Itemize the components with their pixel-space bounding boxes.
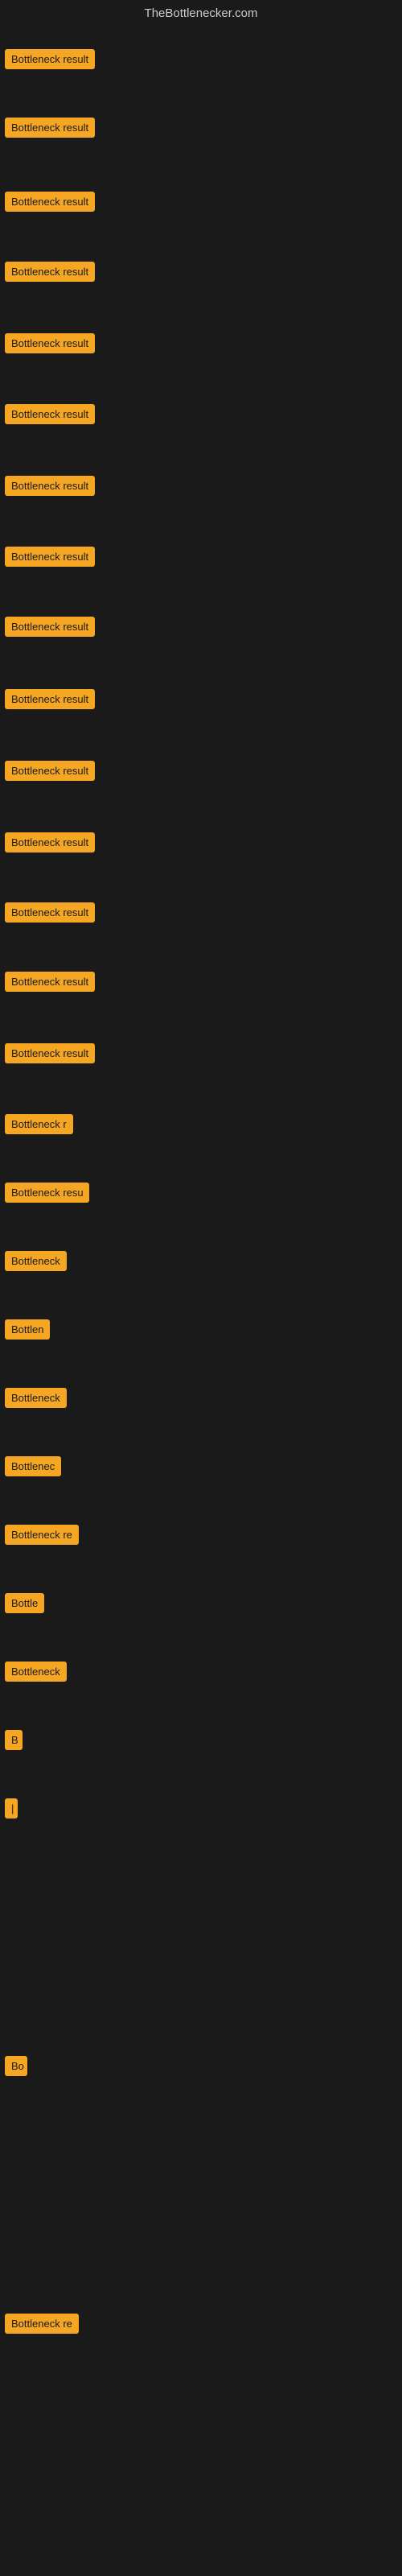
bottleneck-badge[interactable]: Bottlenec	[5, 1456, 61, 1476]
bottleneck-badge[interactable]: B	[5, 1730, 23, 1750]
bottleneck-badge[interactable]: Bottleneck result	[5, 192, 95, 212]
bottleneck-badge[interactable]: Bottleneck re	[5, 1525, 79, 1545]
bottleneck-badge[interactable]: Bottleneck result	[5, 49, 95, 69]
bottleneck-item: Bottleneck result	[0, 686, 100, 712]
bottleneck-badge[interactable]: |	[5, 1798, 18, 1818]
bottleneck-item: Bottlenec	[0, 1453, 66, 1480]
bottleneck-badge[interactable]: Bottleneck result	[5, 1043, 95, 1063]
bottleneck-badge[interactable]: Bottleneck result	[5, 972, 95, 992]
bottleneck-badge[interactable]: Bottleneck result	[5, 118, 95, 138]
bottleneck-badge[interactable]: Bottleneck result	[5, 333, 95, 353]
bottleneck-item: Bottleneck result	[0, 188, 100, 215]
site-header: TheBottlenecker.com	[0, 0, 402, 30]
bottleneck-badge[interactable]: Bottleneck result	[5, 547, 95, 567]
bottleneck-badge[interactable]: Bottleneck	[5, 1662, 67, 1682]
bottleneck-item: Bottleneck result	[0, 114, 100, 141]
bottleneck-item: Bottleneck result	[0, 473, 100, 499]
site-title: TheBottlenecker.com	[145, 6, 258, 20]
bottleneck-badge[interactable]: Bottleneck result	[5, 761, 95, 781]
bottleneck-item: Bottleneck result	[0, 899, 100, 926]
bottleneck-item: Bo	[0, 2053, 32, 2079]
bottleneck-item: Bottleneck result	[0, 258, 100, 285]
bottleneck-badge[interactable]: Bottleneck result	[5, 689, 95, 709]
bottleneck-item: Bottlen	[0, 1316, 55, 1343]
bottleneck-badge[interactable]: Bottleneck	[5, 1251, 67, 1271]
bottleneck-item: Bottleneck result	[0, 1040, 100, 1067]
bottleneck-badge[interactable]: Bottleneck resu	[5, 1183, 89, 1203]
bottleneck-item: Bottleneck re	[0, 2310, 84, 2337]
page-container: TheBottlenecker.com Bottleneck result Bot…	[0, 0, 402, 2576]
bottleneck-item: Bottleneck result	[0, 46, 100, 72]
bottleneck-item: Bottleneck r	[0, 1111, 78, 1137]
bottleneck-badge[interactable]: Bottleneck result	[5, 404, 95, 424]
bottleneck-badge[interactable]: Bottleneck	[5, 1388, 67, 1408]
bottleneck-item: Bottleneck result	[0, 401, 100, 427]
bottleneck-item: Bottleneck	[0, 1385, 72, 1411]
bottleneck-item: Bottle	[0, 1590, 49, 1616]
bottleneck-badge[interactable]: Bottle	[5, 1593, 44, 1613]
bottleneck-item: Bottleneck result	[0, 543, 100, 570]
bottleneck-item: Bottleneck result	[0, 330, 100, 357]
bottleneck-item: Bottleneck	[0, 1248, 72, 1274]
bottleneck-item: Bottleneck re	[0, 1521, 84, 1548]
bottleneck-badge[interactable]: Bottleneck r	[5, 1114, 73, 1134]
bottleneck-item: Bottleneck	[0, 1658, 72, 1685]
bottleneck-badge[interactable]: Bottleneck re	[5, 2314, 79, 2334]
bottleneck-item: Bottleneck result	[0, 829, 100, 856]
bottleneck-badge[interactable]: Bottleneck result	[5, 262, 95, 282]
bottleneck-badge[interactable]: Bottleneck result	[5, 902, 95, 923]
bottleneck-badge[interactable]: Bottleneck result	[5, 476, 95, 496]
bottleneck-item: Bottleneck result	[0, 613, 100, 640]
bottleneck-badge[interactable]: Bottlen	[5, 1319, 50, 1340]
bottleneck-item: B	[0, 1727, 27, 1753]
bottleneck-item: Bottleneck result	[0, 968, 100, 995]
bottleneck-item: Bottleneck result	[0, 758, 100, 784]
bottleneck-badge[interactable]: Bottleneck result	[5, 832, 95, 852]
bottleneck-item: |	[0, 1795, 23, 1822]
bottleneck-badge[interactable]: Bottleneck result	[5, 617, 95, 637]
bottleneck-badge[interactable]: Bo	[5, 2056, 27, 2076]
bottleneck-item: Bottleneck resu	[0, 1179, 94, 1206]
